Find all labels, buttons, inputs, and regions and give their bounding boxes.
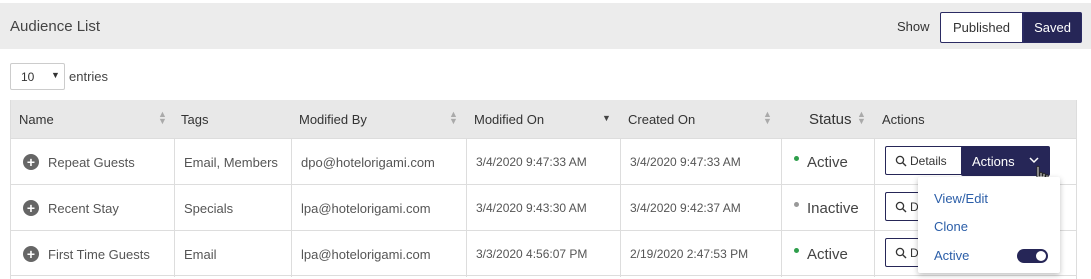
modified-by-cell: lpa@hotelorigami.com bbox=[291, 185, 466, 231]
created-on-cell: 3/4/2020 9:42:37 AM bbox=[620, 185, 781, 231]
search-icon bbox=[895, 201, 907, 212]
column-header-label: Modified By bbox=[299, 111, 367, 127]
modified-on-cell: 3/4/2020 9:47:33 AM bbox=[466, 139, 620, 185]
status-cell: Inactive bbox=[781, 185, 874, 231]
menu-item-active[interactable]: Active bbox=[934, 248, 969, 263]
menu-item-clone[interactable]: Clone bbox=[934, 219, 968, 234]
modified-on-cell: 3/4/2020 9:43:30 AM bbox=[466, 185, 620, 231]
column-header-modified-on[interactable]: Modified On ▼ bbox=[466, 100, 621, 138]
column-header-label: Tags bbox=[181, 111, 209, 127]
published-button[interactable]: Published bbox=[940, 12, 1023, 43]
created-on-cell: 2/19/2020 2:47:53 PM bbox=[620, 231, 781, 277]
name-cell: + Recent Stay bbox=[11, 185, 174, 231]
tags-cell: Specials bbox=[174, 185, 291, 231]
audience-name: Repeat Guests bbox=[48, 154, 135, 170]
sort-icon: ▲ ▼ bbox=[857, 109, 866, 126]
entries-select[interactable]: 10 ▼ bbox=[10, 63, 65, 90]
actions-dropdown-menu: View/Edit Clone Active bbox=[918, 177, 1060, 273]
toggle-knob bbox=[1036, 251, 1046, 261]
details-label: Details bbox=[910, 153, 947, 168]
created-on-cell: 3/4/2020 9:47:33 AM bbox=[620, 139, 781, 185]
saved-button[interactable]: Saved bbox=[1023, 12, 1082, 43]
expand-plus-icon[interactable]: + bbox=[23, 246, 39, 262]
column-header-actions: Actions bbox=[874, 100, 1074, 138]
sort-desc-icon: ▼ bbox=[602, 113, 611, 123]
chevron-down-icon bbox=[1029, 157, 1039, 164]
column-header-label: Modified On bbox=[474, 111, 545, 127]
details-button[interactable]: Details bbox=[885, 146, 964, 175]
modified-by-cell: lpa@hotelorigami.com bbox=[291, 231, 466, 277]
page-title: Audience List bbox=[10, 18, 101, 35]
page-header: Audience List Show Published Saved bbox=[0, 3, 1091, 49]
column-header-label: Name bbox=[19, 111, 54, 127]
tags-cell: Email bbox=[174, 231, 291, 277]
audience-name: First Time Guests bbox=[48, 246, 150, 262]
status-dot bbox=[794, 247, 799, 253]
search-icon bbox=[895, 247, 907, 258]
show-label: Show bbox=[897, 19, 930, 34]
modified-on-cell: 3/3/2020 4:56:07 PM bbox=[466, 231, 620, 277]
audience-name: Recent Stay bbox=[48, 200, 119, 216]
status-text: Inactive bbox=[807, 199, 859, 217]
expand-plus-icon[interactable]: + bbox=[23, 200, 39, 216]
name-cell: + Repeat Guests bbox=[11, 139, 174, 185]
sort-icon: ▲ ▼ bbox=[763, 109, 772, 126]
sort-icon: ▲ ▼ bbox=[158, 109, 167, 126]
status-dot bbox=[794, 155, 799, 161]
search-icon bbox=[895, 155, 907, 166]
column-header-status[interactable]: Status ▲ ▼ bbox=[801, 100, 876, 138]
status-text: Active bbox=[807, 245, 848, 263]
column-header-name[interactable]: Name ▲ ▼ bbox=[11, 100, 180, 138]
column-header-created-on[interactable]: Created On ▲ ▼ bbox=[620, 100, 781, 138]
column-header-label: Actions bbox=[882, 111, 925, 127]
entries-select-value: 10 bbox=[21, 70, 35, 84]
status-dot bbox=[794, 201, 799, 207]
entries-label: entries bbox=[69, 69, 109, 84]
modified-by-cell: dpo@hotelorigami.com bbox=[291, 139, 466, 185]
column-header-label: Status bbox=[809, 110, 852, 128]
table-header: Name ▲ ▼ Tags Modified By ▲ ▼ Modified On … bbox=[11, 100, 1076, 138]
name-cell: + First Time Guests bbox=[11, 231, 174, 277]
actions-button-label: Actions bbox=[972, 153, 1015, 169]
column-header-modified-by[interactable]: Modified By ▲ ▼ bbox=[291, 100, 466, 138]
expand-plus-icon[interactable]: + bbox=[23, 154, 39, 170]
status-cell: Active bbox=[781, 139, 874, 185]
menu-item-view-edit[interactable]: View/Edit bbox=[934, 191, 988, 206]
column-header-tags: Tags bbox=[173, 100, 291, 138]
published-saved-toggle: Published Saved bbox=[940, 12, 1082, 43]
sort-icon: ▲ ▼ bbox=[449, 109, 458, 126]
tags-cell: Email, Members bbox=[174, 139, 291, 185]
active-toggle-switch[interactable] bbox=[1017, 249, 1048, 263]
status-cell: Active bbox=[781, 231, 874, 277]
status-text: Active bbox=[807, 153, 848, 171]
column-header-label: Created On bbox=[628, 111, 696, 127]
caret-down-icon: ▼ bbox=[51, 70, 60, 80]
